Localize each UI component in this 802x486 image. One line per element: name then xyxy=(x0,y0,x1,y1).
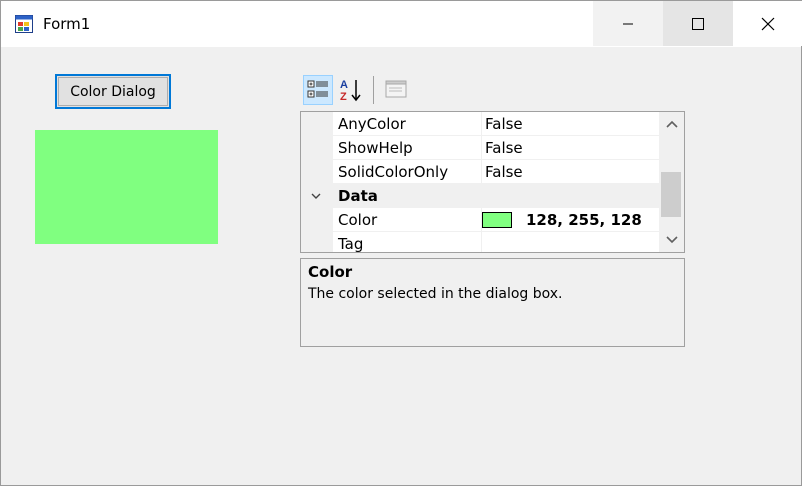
color-preview-panel xyxy=(35,130,218,244)
row-gutter xyxy=(301,136,333,160)
property-value[interactable]: False xyxy=(485,136,523,160)
property-row-color[interactable]: Color 128, 255, 128 xyxy=(301,208,659,232)
maximize-button[interactable] xyxy=(663,1,733,46)
property-name: Tag xyxy=(338,235,364,253)
form-client-area: Color Dialog A Z AnyColor False ShowHelp… xyxy=(1,47,801,485)
row-gutter xyxy=(301,112,333,136)
close-icon xyxy=(761,17,775,30)
property-grid: AnyColor False ShowHelp False SolidColor… xyxy=(300,111,685,253)
property-pages-button[interactable] xyxy=(381,75,411,105)
chevron-down-icon xyxy=(665,236,678,244)
alphabetical-icon: A Z xyxy=(340,79,361,103)
chevron-down-icon[interactable] xyxy=(310,191,322,201)
property-row-solidcoloronly[interactable]: SolidColorOnly False xyxy=(301,160,659,184)
form-app-icon xyxy=(15,15,33,33)
title-bar[interactable]: Form1 xyxy=(1,1,802,47)
column-divider xyxy=(481,136,482,160)
property-name: ShowHelp xyxy=(338,139,413,157)
close-button[interactable] xyxy=(733,1,802,46)
minimize-icon xyxy=(623,23,633,24)
category-row-data[interactable]: Data xyxy=(301,184,659,208)
scroll-up-button[interactable] xyxy=(659,112,684,136)
row-gutter xyxy=(301,160,333,184)
toolbar-separator xyxy=(373,76,374,104)
property-value[interactable]: False xyxy=(485,112,523,136)
help-description: The color selected in the dialog box. xyxy=(308,286,563,302)
scroll-down-button[interactable] xyxy=(659,228,684,252)
column-divider xyxy=(481,232,482,252)
window-title: Form1 xyxy=(43,15,91,33)
property-pages-icon xyxy=(385,80,407,98)
property-name: SolidColorOnly xyxy=(338,163,449,181)
property-name: Color xyxy=(338,211,378,229)
categorized-button[interactable] xyxy=(303,75,333,105)
color-swatch xyxy=(482,212,512,228)
vertical-scrollbar[interactable] xyxy=(659,112,684,252)
column-divider xyxy=(481,160,482,184)
categorized-icon xyxy=(307,80,328,98)
property-help-panel: Color The color selected in the dialog b… xyxy=(300,258,685,347)
help-title: Color xyxy=(308,263,353,281)
alphabetical-button[interactable]: A Z xyxy=(337,75,367,105)
form1-window: Form1 Color Dialog A Z AnyColor False Sh… xyxy=(0,0,802,486)
svg-text:Z: Z xyxy=(340,91,347,103)
property-row-anycolor[interactable]: AnyColor False xyxy=(301,112,659,136)
property-name: AnyColor xyxy=(338,115,406,133)
property-grid-toolbar: A Z xyxy=(301,72,421,108)
minimize-button[interactable] xyxy=(593,1,663,46)
color-dialog-button[interactable]: Color Dialog xyxy=(55,74,171,109)
property-row-showhelp[interactable]: ShowHelp False xyxy=(301,136,659,160)
maximize-icon xyxy=(692,17,704,30)
chevron-up-icon xyxy=(665,120,678,128)
row-gutter xyxy=(301,208,333,232)
svg-text:A: A xyxy=(340,79,348,91)
row-gutter xyxy=(301,232,333,252)
scrollbar-thumb[interactable] xyxy=(661,172,681,217)
property-value[interactable]: 128, 255, 128 xyxy=(526,208,642,232)
column-divider xyxy=(481,112,482,136)
property-value[interactable]: False xyxy=(485,160,523,184)
category-label: Data xyxy=(338,187,378,205)
property-row-tag[interactable]: Tag xyxy=(301,232,659,253)
